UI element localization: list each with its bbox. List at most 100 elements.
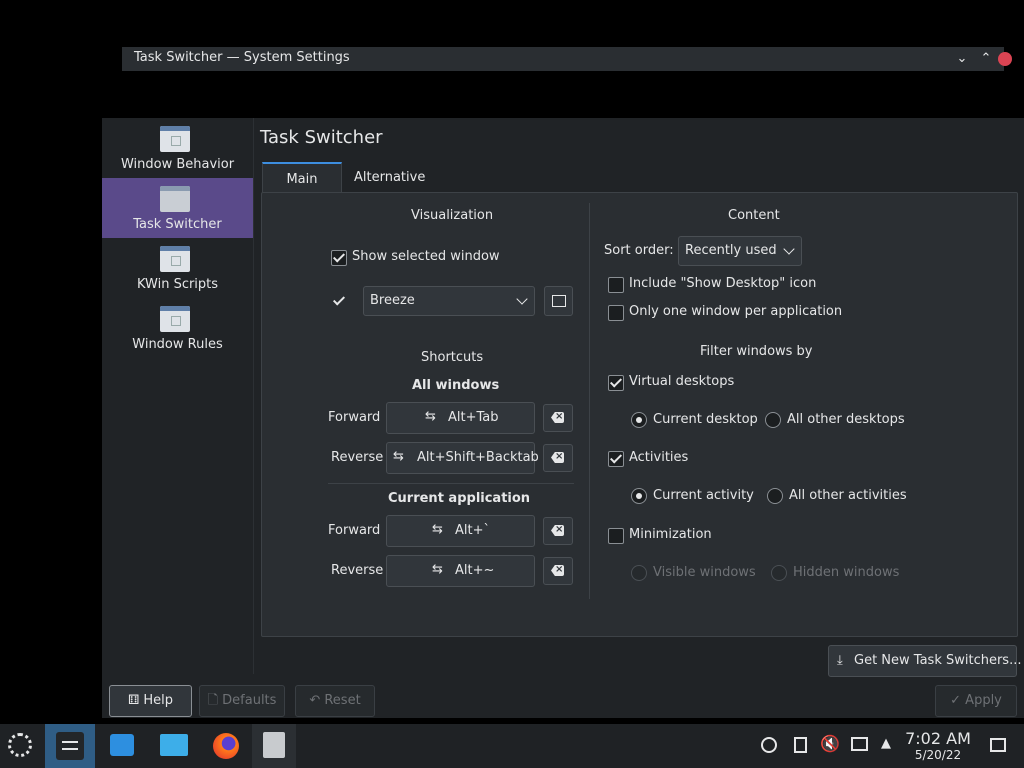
get-new-label: Get New Task Switchers... — [854, 653, 1022, 668]
sidebar-item-window-rules[interactable]: Window Rules — [102, 298, 253, 358]
window-titlebar[interactable]: Task Switcher — System Settings ⌄ ⌃ — [122, 47, 1012, 71]
clock-time: 7:02 AM — [905, 729, 971, 748]
window-behavior-icon — [160, 126, 190, 152]
show-selected-window-checkbox[interactable] — [331, 250, 347, 266]
sort-order-value: Recently used — [685, 243, 777, 258]
apply-label: Apply — [965, 693, 1002, 708]
sort-order-select[interactable]: Recently used — [678, 236, 802, 266]
application-launcher-icon — [8, 733, 32, 757]
all-reverse-shortcut: Alt+Shift+Backtab — [417, 450, 539, 465]
settings-window: Window Behavior Task Switcher KWin Scrip… — [102, 118, 1024, 718]
shortcut-icon: ⇆ — [393, 449, 404, 464]
app-reverse-shortcut: Alt+~ — [455, 563, 495, 578]
update-icon[interactable] — [761, 737, 777, 753]
current-desktop-radio[interactable] — [631, 412, 647, 428]
content-heading: Content — [728, 208, 780, 223]
window-title: Task Switcher — System Settings — [134, 50, 350, 65]
sidebar-item-task-switcher[interactable]: Task Switcher — [102, 178, 253, 238]
all-reverse-shortcut-button[interactable]: ⇆ Alt+Shift+Backtab — [386, 442, 539, 474]
visualization-heading: Visualization — [411, 208, 494, 223]
current-activity-radio[interactable] — [631, 488, 647, 504]
all-other-activities-label[interactable]: All other activities — [789, 488, 907, 503]
one-window-per-app-checkbox[interactable] — [608, 305, 624, 321]
store-bag-icon — [110, 734, 134, 756]
minimization-checkbox[interactable] — [608, 528, 624, 544]
app-forward-shortcut-button[interactable]: ⇆ Alt+` — [386, 515, 535, 547]
taskbar: 🔇 ▲ 7:02 AM 5/20/22 — [0, 724, 1024, 768]
one-window-per-app-label[interactable]: Only one window per application — [629, 304, 842, 319]
reset-button[interactable]: ↶ Reset — [295, 685, 375, 717]
help-label: Help — [143, 693, 174, 708]
hidden-windows-label: Hidden windows — [793, 565, 900, 580]
visible-windows-label: Visible windows — [653, 565, 756, 580]
apply-button[interactable]: ✓ Apply — [935, 685, 1017, 717]
show-hidden-icons-icon[interactable]: ▲ — [881, 736, 891, 751]
current-desktop-label[interactable]: Current desktop — [653, 412, 758, 427]
shortcuts-heading: Shortcuts — [421, 350, 484, 365]
visualization-theme-select[interactable]: Breeze — [363, 286, 535, 316]
window-rules-icon — [160, 306, 190, 332]
taskbar-system-settings[interactable] — [45, 724, 95, 768]
clear-app-forward-button[interactable]: × — [543, 517, 573, 545]
virtual-desktops-checkbox[interactable] — [608, 375, 624, 391]
taskbar-firefox[interactable] — [204, 724, 248, 768]
current-activity-label[interactable]: Current activity — [653, 488, 754, 503]
clock-date: 5/20/22 — [914, 748, 962, 762]
system-settings-icon — [56, 732, 84, 760]
clear-all-reverse-button[interactable]: × — [543, 444, 573, 472]
firefox-icon — [213, 733, 239, 759]
activities-checkbox[interactable] — [608, 451, 624, 467]
shortcuts-divider — [328, 483, 574, 484]
volume-muted-icon[interactable]: 🔇 — [820, 734, 840, 753]
app-launcher-button[interactable] — [0, 724, 44, 768]
tab-main[interactable]: Main — [262, 162, 342, 195]
reset-label: Reset — [324, 693, 361, 708]
checkmark-icon: ✓ — [950, 693, 962, 708]
all-other-activities-radio[interactable] — [767, 488, 783, 504]
all-forward-shortcut-button[interactable]: ⇆ Alt+Tab — [386, 402, 535, 434]
taskbar-discover[interactable] — [100, 724, 144, 768]
undo-icon: ↶ — [309, 693, 321, 708]
sidebar-item-label: Task Switcher — [133, 217, 222, 232]
show-desktop-icon[interactable] — [990, 738, 1006, 752]
taskbar-dolphin[interactable] — [152, 724, 196, 768]
sort-order-label: Sort order: — [604, 243, 674, 258]
app-reverse-shortcut-button[interactable]: ⇆ Alt+~ — [386, 555, 535, 587]
clipboard-icon[interactable] — [794, 737, 807, 753]
defaults-icon: 🗋 — [207, 693, 219, 708]
preview-button[interactable] — [544, 286, 573, 316]
tab-alternative[interactable]: Alternative — [342, 162, 437, 193]
activities-label[interactable]: Activities — [629, 450, 688, 465]
clock[interactable]: 7:02 AM 5/20/22 — [904, 729, 972, 763]
virtual-desktops-label[interactable]: Virtual desktops — [629, 374, 734, 389]
visualization-enable-checkbox[interactable] — [331, 293, 347, 309]
sidebar-item-kwin-scripts[interactable]: KWin Scripts — [102, 238, 253, 298]
all-other-desktops-radio[interactable] — [765, 412, 781, 428]
forward-label: Forward — [328, 410, 381, 425]
shortcut-icon: ⇆ — [425, 409, 436, 424]
chevron-down-icon — [783, 243, 795, 255]
defaults-button[interactable]: 🗋 Defaults — [199, 685, 285, 717]
all-other-desktops-label[interactable]: All other desktops — [787, 412, 905, 427]
reverse-label: Reverse — [331, 563, 384, 578]
taskbar-window[interactable] — [252, 724, 296, 768]
defaults-label: Defaults — [222, 693, 277, 708]
maximize-icon[interactable]: ⌃ — [976, 49, 996, 69]
clear-app-reverse-button[interactable]: × — [543, 557, 573, 585]
minimization-label[interactable]: Minimization — [629, 527, 712, 542]
show-selected-window-label[interactable]: Show selected window — [352, 249, 500, 264]
network-icon[interactable] — [851, 737, 868, 751]
all-forward-shortcut: Alt+Tab — [448, 410, 499, 425]
sidebar-item-label: KWin Scripts — [136, 277, 219, 292]
minimize-icon[interactable]: ⌄ — [952, 49, 972, 69]
include-show-desktop-checkbox[interactable] — [608, 277, 624, 293]
get-new-task-switchers-button[interactable]: ⤓ Get New Task Switchers... — [828, 645, 1021, 677]
folder-icon — [160, 734, 188, 756]
download-icon: ⤓ — [837, 653, 843, 668]
help-icon: ⚅ — [127, 693, 140, 708]
clear-all-forward-button[interactable]: × — [543, 404, 573, 432]
close-icon[interactable] — [998, 52, 1012, 66]
help-button[interactable]: ⚅ Help — [109, 685, 192, 717]
sidebar-item-window-behavior[interactable]: Window Behavior — [102, 118, 253, 178]
include-show-desktop-label[interactable]: Include "Show Desktop" icon — [629, 276, 816, 291]
